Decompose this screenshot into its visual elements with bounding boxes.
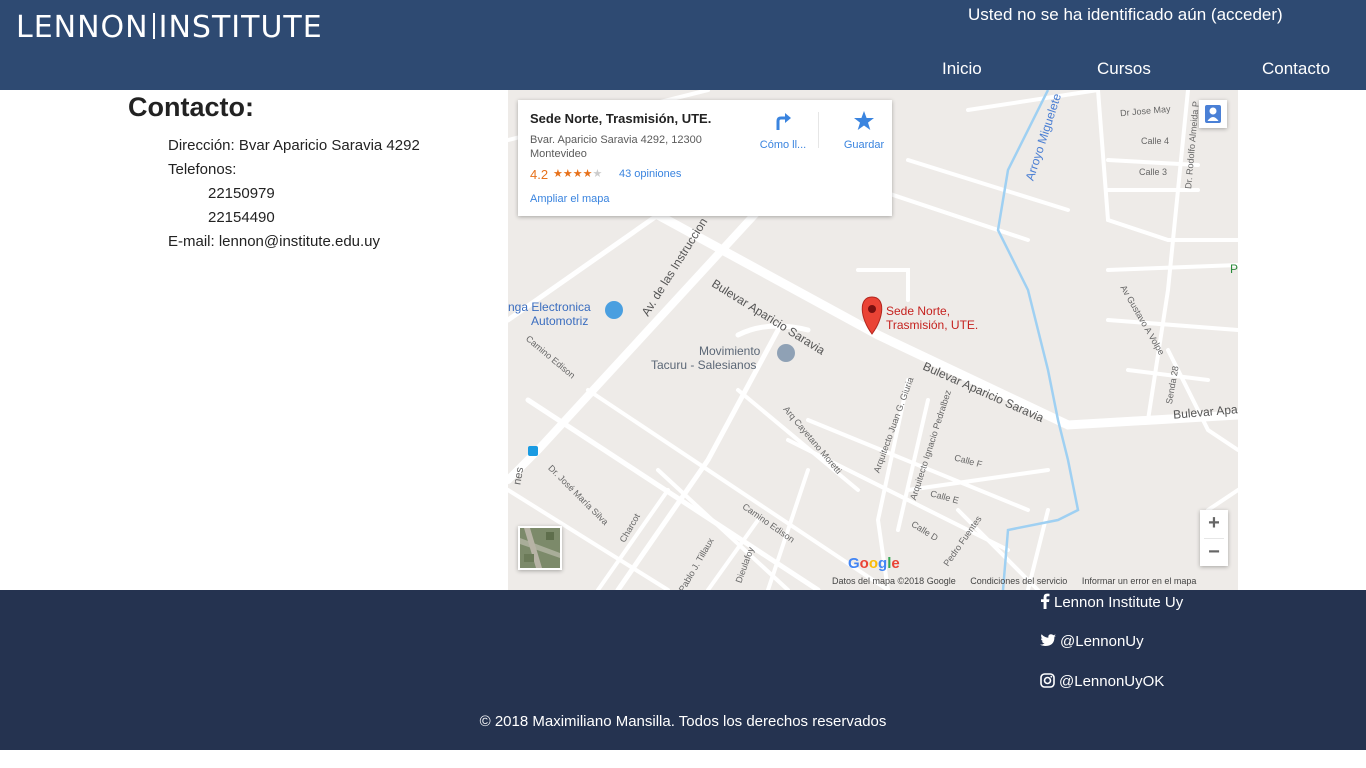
directions-label: Cómo ll... xyxy=(759,139,807,151)
twitter-label: @LennonUy xyxy=(1060,633,1144,650)
place-rating: 4.2 xyxy=(530,167,549,182)
zoom-controls: + − xyxy=(1200,510,1228,566)
directions-icon xyxy=(776,113,791,130)
email-value: lennon@institute.edu.uy xyxy=(218,233,381,250)
poi-movimiento-line2: Tacuru - Salesianos xyxy=(651,358,757,372)
phone-1: 22150979 xyxy=(208,185,275,202)
directions-button[interactable]: Cómo ll... xyxy=(750,110,816,151)
site-header: LENNON INSTITUTE Usted no se ha identific… xyxy=(0,0,1366,90)
terms-link[interactable]: Condiciones del servicio xyxy=(970,576,1067,586)
street-label-calle-3: Calle 3 xyxy=(1139,167,1168,177)
zoom-out-button[interactable]: − xyxy=(1200,539,1228,567)
address-line: Dirección: Bvar Aparicio Saravia 4292 xyxy=(168,134,420,158)
pegman-icon xyxy=(1205,105,1221,123)
site-logo[interactable]: LENNON INSTITUTE xyxy=(16,10,323,45)
facebook-icon xyxy=(1041,593,1050,609)
logo-text-right: INSTITUTE xyxy=(158,10,323,45)
card-divider xyxy=(818,112,819,148)
address-value: Bvar Aparicio Saravia 4292 xyxy=(238,137,420,154)
poi-p: P xyxy=(1230,262,1238,276)
star-icon xyxy=(854,111,874,130)
street-label-calle-4: Calle 4 xyxy=(1141,136,1170,146)
report-error-link[interactable]: Informar un error en el mapa xyxy=(1082,576,1197,586)
map-data-text: Datos del mapa ©2018 Google xyxy=(832,576,956,586)
phone-2: 22154490 xyxy=(208,209,275,226)
contact-info: Dirección: Bvar Aparicio Saravia 4292 Te… xyxy=(168,134,420,254)
poi-movimiento-line1: Movimiento xyxy=(699,344,761,358)
reviews-link[interactable]: 43 opiniones xyxy=(619,168,681,180)
google-logo: Google xyxy=(848,555,900,572)
place-title: Sede Norte, Trasmisión, UTE. xyxy=(530,111,712,126)
facebook-link[interactable]: Lennon Institute Uy xyxy=(1040,593,1183,611)
zoom-in-button[interactable]: + xyxy=(1200,510,1228,538)
satellite-thumbnail-icon xyxy=(520,528,560,568)
contact-title: Contacto: xyxy=(128,92,254,122)
nav-contacto[interactable]: Contacto xyxy=(1262,59,1330,79)
map-attribution: Datos del mapa ©2018 Google Condiciones … xyxy=(832,576,1208,586)
enlarge-map-link[interactable]: Ampliar el mapa xyxy=(530,193,609,205)
save-place-label: Guardar xyxy=(843,139,885,151)
copyright-text: © 2018 Maximiliano Mansilla. Todos los d… xyxy=(479,713,887,730)
map-info-card: Sede Norte, Trasmisión, UTE. Bvar. Apari… xyxy=(518,100,892,216)
login-status-text: Usted no se ha identificado aún xyxy=(968,5,1207,24)
instagram-link[interactable]: @LennonUyOK xyxy=(1040,673,1164,690)
street-view-pegman-button[interactable] xyxy=(1199,100,1227,128)
login-status: Usted no se ha identificado aún (acceder… xyxy=(968,5,1283,25)
rating-stars: ★★★★★ xyxy=(553,168,603,180)
place-address: Bvar. Aparicio Saravia 4292, 12300 Monte… xyxy=(530,134,702,160)
phones-label: Telefonos: xyxy=(168,161,237,178)
facebook-label: Lennon Institute Uy xyxy=(1054,594,1184,611)
embedded-map[interactable]: Arroyo Miguelete Bulevar Aparicio Saravi… xyxy=(508,90,1238,590)
login-link[interactable]: (acceder) xyxy=(1211,5,1283,24)
email-line: E-mail: lennon@institute.edu.uy xyxy=(168,230,420,254)
poi-electronica-line2: Automotriz xyxy=(531,314,589,328)
twitter-icon xyxy=(1040,634,1056,646)
site-footer: Lennon Institute Uy @LennonUy @LennonUyO… xyxy=(0,590,1366,750)
satellite-toggle-button[interactable] xyxy=(518,526,562,570)
address-label: Dirección: xyxy=(168,137,235,154)
twitter-link[interactable]: @LennonUy xyxy=(1040,633,1144,650)
logo-text-left: LENNON xyxy=(16,10,149,45)
instagram-icon xyxy=(1040,673,1055,688)
marker-label-line2: Trasmisión, UTE. xyxy=(886,318,979,332)
marker-label-line1: Sede Norte, xyxy=(886,304,951,318)
save-place-button[interactable]: Guardar xyxy=(831,110,897,151)
nav-cursos[interactable]: Cursos xyxy=(1097,59,1151,79)
nav-inicio[interactable]: Inicio xyxy=(942,59,982,79)
instagram-label: @LennonUyOK xyxy=(1059,673,1165,690)
logo-separator xyxy=(152,13,155,39)
email-label: E-mail: xyxy=(168,233,215,250)
poi-electronica-line1: nga Electronica xyxy=(508,300,591,314)
